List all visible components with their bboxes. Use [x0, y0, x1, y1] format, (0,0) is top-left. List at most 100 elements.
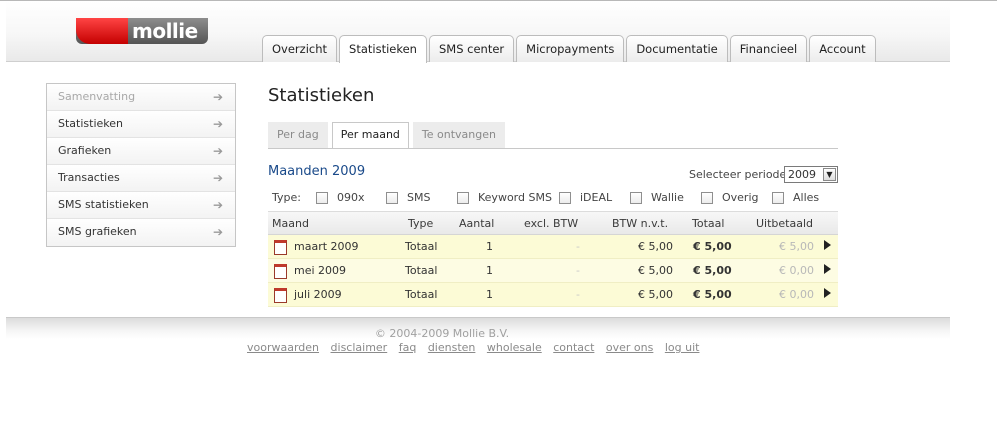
tab-overzicht[interactable]: Overzicht: [262, 35, 338, 62]
table-row[interactable]: mei 2009 Totaal 1 - € 5,00 € 5,00 € 0,00: [268, 259, 838, 283]
arrow-right-icon: ➔: [212, 225, 223, 239]
tab-sms-center[interactable]: SMS center: [428, 35, 515, 62]
cell-excl: -: [576, 288, 580, 301]
cell-btw: € 5,00: [638, 240, 673, 253]
sidebar-item-grafieken[interactable]: Grafieken ➔: [47, 138, 235, 165]
tab-financieel[interactable]: Financieel: [729, 35, 808, 62]
arrow-right-icon: ➔: [212, 144, 223, 158]
cell-type: Totaal: [405, 240, 438, 253]
calendar-icon: [274, 240, 287, 255]
play-arrow-icon[interactable]: [824, 264, 831, 274]
cell-excl: -: [576, 240, 580, 253]
main-nav-tabs: Overzicht Statistieken SMS center Microp…: [262, 35, 878, 63]
subtab-per-dag[interactable]: Per dag: [268, 122, 328, 148]
filter-label-keyword-sms: Keyword SMS: [478, 191, 552, 204]
type-label: Type:: [272, 191, 301, 204]
arrow-right-icon: ➔: [212, 198, 223, 212]
period-value: 2009: [788, 168, 816, 181]
col-excl-btw: excl. BTW: [524, 217, 579, 230]
footer-link-disclaimer[interactable]: disclaimer: [331, 341, 388, 354]
cell-maand: maart 2009: [294, 240, 359, 253]
table-row[interactable]: maart 2009 Totaal 1 - € 5,00 € 5,00 € 5,…: [268, 235, 838, 259]
col-aantal: Aantal: [459, 217, 495, 230]
chevron-down-icon[interactable]: ▼: [823, 168, 836, 181]
checkbox-alles[interactable]: [772, 192, 784, 204]
logo-red-mark: [76, 18, 128, 44]
tab-statistieken[interactable]: Statistieken: [339, 35, 427, 63]
subtab-te-ontvangen[interactable]: Te ontvangen: [412, 122, 505, 148]
copyright: © 2004-2009 Mollie B.V.: [374, 327, 510, 340]
filter-label-overig: Overig: [722, 191, 759, 204]
sidebar-item-label: Statistieken: [58, 117, 123, 130]
subtab-divider: [268, 148, 838, 149]
cell-type: Totaal: [405, 288, 438, 301]
filter-label-sms: SMS: [407, 191, 431, 204]
cell-aantal: 1: [486, 264, 493, 277]
sidebar-item-samenvatting[interactable]: Samenvatting ➔: [47, 84, 235, 111]
checkbox-090x[interactable]: [316, 192, 328, 204]
logo-text: mollie: [132, 19, 198, 43]
checkbox-ideal[interactable]: [559, 192, 571, 204]
sidebar-item-label: Transacties: [58, 171, 120, 184]
cell-maand: juli 2009: [294, 288, 342, 301]
checkbox-wallie[interactable]: [630, 192, 642, 204]
period-label: Selecteer periode:: [689, 168, 791, 181]
subtab-per-maand[interactable]: Per maand: [331, 122, 409, 149]
footer-link-over-ons[interactable]: over ons: [606, 341, 653, 354]
col-totaal: Totaal: [692, 217, 725, 230]
footer-link-wholesale[interactable]: wholesale: [487, 341, 542, 354]
play-arrow-icon[interactable]: [824, 288, 831, 298]
page-title: Statistieken: [268, 85, 375, 106]
footer-links: voorwaarden disclaimer faq diensten whol…: [247, 341, 707, 354]
table-header: Maand Type Aantal excl. BTW BTW n.v.t. T…: [268, 211, 838, 235]
period-select[interactable]: 2009 ▼: [784, 166, 838, 183]
tab-micropayments[interactable]: Micropayments: [516, 35, 625, 62]
cell-aantal: 1: [486, 288, 493, 301]
cell-totaal: € 5,00: [693, 288, 732, 301]
sidebar-item-label: Grafieken: [58, 144, 112, 157]
footer-link-voorwaarden[interactable]: voorwaarden: [247, 341, 319, 354]
arrow-right-icon: ➔: [212, 90, 223, 104]
sidebar-item-sms-statistieken[interactable]: SMS statistieken ➔: [47, 192, 235, 219]
col-btw: BTW n.v.t.: [612, 217, 669, 230]
cell-btw: € 5,00: [638, 264, 673, 277]
checkbox-keyword-sms[interactable]: [457, 192, 469, 204]
section-title: Maanden 2009: [268, 164, 366, 179]
footer-link-diensten[interactable]: diensten: [428, 341, 476, 354]
arrow-right-icon: ➔: [212, 117, 223, 131]
filter-label-alles: Alles: [793, 191, 820, 204]
subtabs: Per dag Per maand Te ontvangen: [268, 122, 509, 149]
checkbox-sms[interactable]: [386, 192, 398, 204]
arrow-right-icon: ➔: [212, 171, 223, 185]
sidebar-item-sms-grafieken[interactable]: SMS grafieken ➔: [47, 219, 235, 246]
tab-account[interactable]: Account: [809, 35, 876, 62]
sidebar-item-transacties[interactable]: Transacties ➔: [47, 165, 235, 192]
cell-uitbetaald: € 0,00: [779, 288, 814, 301]
footer-link-contact[interactable]: contact: [553, 341, 594, 354]
filter-label-ideal: iDEAL: [580, 191, 613, 204]
sidebar-item-label: Samenvatting: [58, 90, 136, 103]
col-uitbetaald: Uitbetaald: [756, 217, 814, 230]
sidebar: Samenvatting ➔ Statistieken ➔ Grafieken …: [46, 83, 236, 247]
cell-btw: € 5,00: [638, 288, 673, 301]
cell-totaal: € 5,00: [693, 240, 732, 253]
table-row[interactable]: juli 2009 Totaal 1 - € 5,00 € 5,00 € 0,0…: [268, 283, 838, 307]
play-arrow-icon[interactable]: [824, 240, 831, 250]
col-type: Type: [408, 217, 434, 230]
filter-label-wallie: Wallie: [651, 191, 684, 204]
calendar-icon: [274, 288, 287, 303]
sidebar-item-statistieken[interactable]: Statistieken ➔: [47, 111, 235, 138]
sidebar-item-label: SMS grafieken: [58, 225, 137, 238]
cell-maand: mei 2009: [294, 264, 347, 277]
calendar-icon: [274, 264, 287, 279]
tab-documentatie[interactable]: Documentatie: [626, 35, 728, 62]
footer-link-log-uit[interactable]: log uit: [665, 341, 700, 354]
filter-label-090x: 090x: [337, 191, 365, 204]
checkbox-overig[interactable]: [701, 192, 713, 204]
mollie-logo[interactable]: mollie: [76, 18, 208, 44]
footer-link-faq[interactable]: faq: [399, 341, 417, 354]
cell-type: Totaal: [405, 264, 438, 277]
sidebar-item-label: SMS statistieken: [58, 198, 149, 211]
cell-aantal: 1: [486, 240, 493, 253]
cell-uitbetaald: € 0,00: [779, 264, 814, 277]
